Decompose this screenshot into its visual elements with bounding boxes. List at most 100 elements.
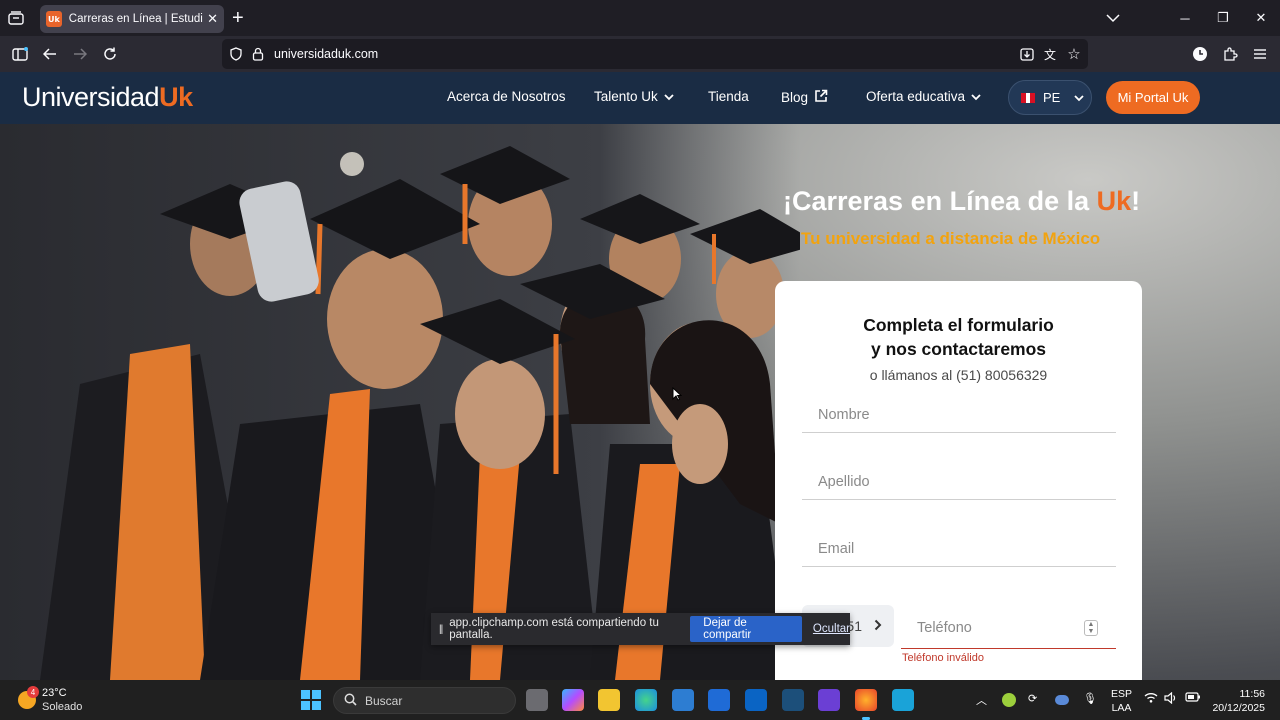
keyboard-layout: LAA bbox=[1111, 702, 1132, 714]
site-logo[interactable]: UniversidadUk bbox=[22, 82, 193, 113]
tab-title: Carreras en Línea | Estudia en Uk bbox=[68, 13, 203, 25]
form-title-line-1: Completa el formulario bbox=[863, 315, 1054, 335]
form-title-line-2: y nos contactaremos bbox=[870, 339, 1047, 359]
number-spinner-icon[interactable]: ▲ ▼ bbox=[1084, 620, 1098, 636]
screen-app-icon[interactable] bbox=[892, 689, 914, 711]
list-all-tabs-icon[interactable] bbox=[1106, 10, 1120, 28]
back-icon[interactable] bbox=[40, 44, 60, 64]
site-header: UniversidadUk Acerca de Nosotros Talento… bbox=[0, 72, 1280, 124]
drag-handle-icon[interactable]: || bbox=[439, 624, 443, 635]
hero-title-start: ¡Carreras en Línea de la bbox=[783, 186, 1097, 216]
peru-flag-icon bbox=[1021, 92, 1036, 103]
terminal-icon[interactable] bbox=[782, 689, 804, 711]
edge-icon[interactable] bbox=[635, 689, 657, 711]
tab-strip: Uk Carreras en Línea | Estudia en Uk ✕ +… bbox=[0, 0, 1280, 36]
language-code: ESP bbox=[1111, 688, 1133, 700]
call-us-text: o llámanos al (51) 80056329 bbox=[869, 367, 1048, 383]
show-hidden-icons-icon[interactable]: ︿ bbox=[976, 692, 987, 708]
wifi-icon[interactable] bbox=[1144, 692, 1158, 706]
tab-close-icon[interactable]: ✕ bbox=[207, 11, 218, 27]
shield-icon[interactable] bbox=[228, 46, 244, 62]
menu-about[interactable]: Acerca de Nosotros bbox=[447, 89, 566, 104]
email-field[interactable] bbox=[802, 533, 1116, 567]
star-icon[interactable]: ☆ bbox=[1066, 46, 1082, 63]
chevron-right-icon bbox=[874, 618, 882, 634]
sidebar-icon[interactable] bbox=[10, 44, 30, 64]
copilot-icon[interactable] bbox=[562, 689, 584, 711]
lock-icon[interactable] bbox=[250, 46, 266, 62]
store-icon[interactable] bbox=[672, 689, 694, 711]
account-icon[interactable] bbox=[1190, 44, 1210, 64]
forward-icon[interactable] bbox=[70, 44, 90, 64]
restore-icon[interactable]: ❐ bbox=[1204, 0, 1242, 36]
portal-button[interactable]: Mi Portal Uk bbox=[1106, 81, 1200, 114]
stop-sharing-button[interactable]: Dejar de compartir bbox=[690, 616, 802, 642]
logo-main-text: Universidad bbox=[22, 82, 160, 112]
task-view-icon[interactable] bbox=[526, 689, 548, 711]
last-name-input[interactable] bbox=[802, 466, 1116, 498]
translate-icon[interactable]: 文 bbox=[1042, 46, 1058, 62]
tab-list-icon[interactable] bbox=[0, 0, 32, 36]
phone-field[interactable]: ▲▼ bbox=[901, 611, 1116, 649]
outlook-icon[interactable] bbox=[745, 689, 767, 711]
clipchamp-icon[interactable] bbox=[818, 689, 840, 711]
menu-talent-label: Talento Uk bbox=[594, 89, 658, 104]
temperature: 23°C bbox=[42, 687, 67, 699]
windows-start-icon[interactable] bbox=[301, 690, 321, 710]
external-link-icon bbox=[814, 89, 828, 106]
input-language[interactable]: ESP LAA bbox=[1111, 687, 1132, 715]
hero-title-accent: Uk bbox=[1096, 186, 1132, 216]
last-name-field[interactable] bbox=[802, 466, 1116, 500]
onedrive-icon[interactable] bbox=[1055, 695, 1069, 705]
graduates-photo bbox=[0, 124, 800, 680]
chevron-down-icon bbox=[1074, 90, 1084, 105]
close-window-icon[interactable]: ✕ bbox=[1242, 0, 1280, 36]
phone-input[interactable] bbox=[901, 611, 1071, 645]
address-bar[interactable]: universidaduk.com 文 ☆ bbox=[222, 39, 1088, 69]
first-name-field[interactable] bbox=[802, 399, 1116, 433]
hide-notice-link[interactable]: Ocultar bbox=[813, 623, 850, 635]
battery-icon[interactable] bbox=[1185, 692, 1201, 705]
country-code: PE bbox=[1043, 90, 1061, 105]
menu-offer-label: Oferta educativa bbox=[866, 89, 966, 104]
menu-blog-label: Blog bbox=[781, 90, 809, 105]
logo-accent-text: Uk bbox=[159, 82, 193, 112]
menu-blog[interactable]: Blog bbox=[781, 89, 828, 106]
new-tab-icon[interactable]: + bbox=[232, 8, 244, 28]
email-input[interactable] bbox=[802, 533, 1116, 565]
sync-icon[interactable]: ⟳ bbox=[1028, 692, 1037, 705]
microphone-icon[interactable]: 🎙 bbox=[1083, 692, 1097, 705]
weather-condition: Soleado bbox=[42, 701, 83, 713]
url-text[interactable]: universidaduk.com bbox=[274, 47, 378, 61]
window-controls: ─ ❐ ✕ bbox=[1166, 0, 1280, 36]
menu-about-label: Acerca de Nosotros bbox=[447, 89, 566, 104]
menu-offer[interactable]: Oferta educativa bbox=[866, 89, 981, 104]
hero-title-end: ! bbox=[1131, 186, 1141, 216]
file-explorer-icon[interactable] bbox=[598, 689, 620, 711]
tray-app-icon[interactable] bbox=[1002, 693, 1016, 707]
menu-store[interactable]: Tienda bbox=[708, 89, 749, 104]
search-placeholder: Buscar bbox=[365, 693, 403, 708]
menu-talent[interactable]: Talento Uk bbox=[594, 89, 674, 104]
reload-icon[interactable] bbox=[100, 44, 120, 64]
extension-icon[interactable] bbox=[1220, 44, 1240, 64]
active-tab[interactable]: Uk Carreras en Línea | Estudia en Uk ✕ bbox=[40, 5, 224, 33]
hero-section: ¡Carreras en Línea de la Uk! Tu universi… bbox=[0, 124, 1280, 680]
country-selector[interactable]: PE bbox=[1008, 80, 1092, 115]
minimize-icon[interactable]: ─ bbox=[1166, 0, 1204, 36]
clock-time: 11:56 bbox=[1239, 688, 1266, 700]
system-clock[interactable]: 11:56 20/12/2025 bbox=[1210, 687, 1265, 715]
menu-icon[interactable] bbox=[1250, 44, 1270, 64]
first-name-input[interactable] bbox=[802, 399, 1116, 431]
weather-widget[interactable]: 4 23°C Soleado bbox=[18, 686, 98, 716]
navigation-toolbar: universidaduk.com 文 ☆ bbox=[0, 36, 1280, 72]
favicon-icon: Uk bbox=[46, 11, 62, 27]
volume-icon[interactable] bbox=[1164, 691, 1178, 707]
firefox-icon[interactable] bbox=[855, 689, 877, 720]
taskbar-search[interactable]: Buscar bbox=[333, 687, 516, 714]
download-icon[interactable] bbox=[1019, 46, 1035, 62]
phone-error-message: Teléfono inválido bbox=[902, 652, 984, 664]
chevron-down-icon bbox=[664, 89, 674, 104]
notification-badge: 4 bbox=[27, 686, 39, 698]
vs-code-icon[interactable] bbox=[708, 689, 730, 711]
